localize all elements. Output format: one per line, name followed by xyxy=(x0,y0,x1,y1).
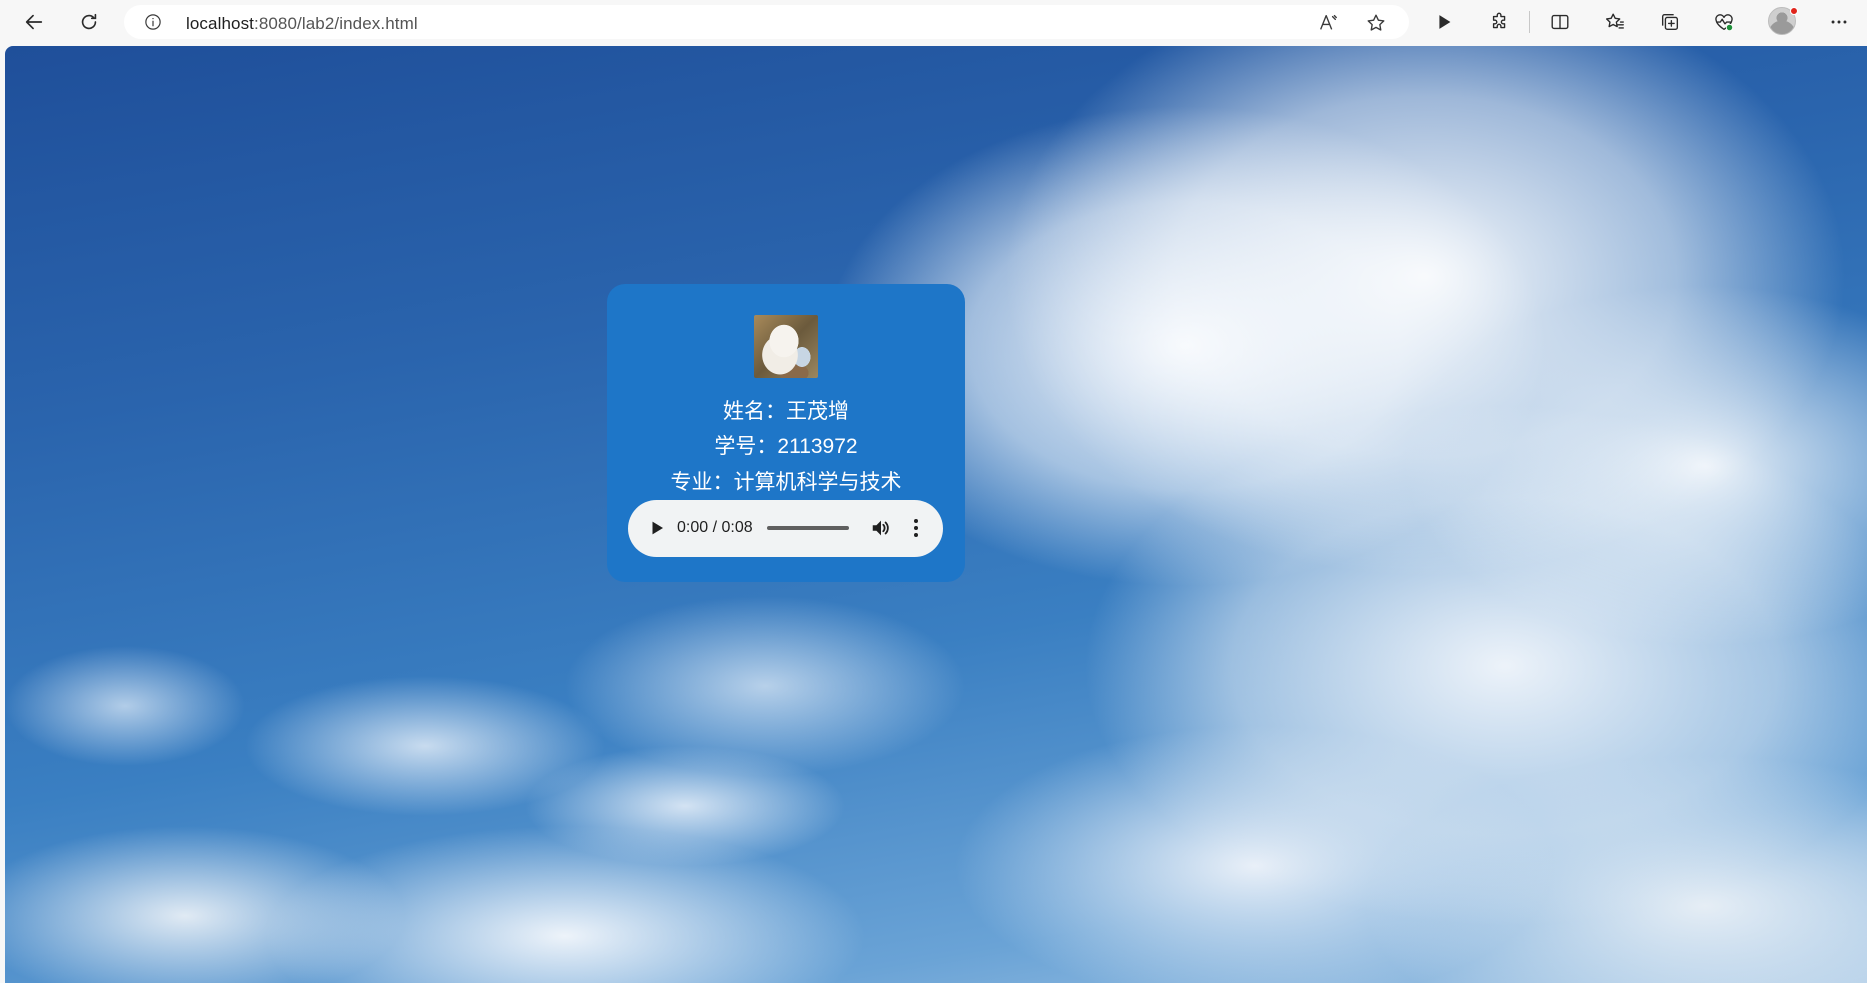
play-extension-button[interactable] xyxy=(1428,6,1460,38)
address-bar[interactable]: localhost:8080/lab2/index.html xyxy=(124,5,1409,39)
url-text[interactable]: localhost:8080/lab2/index.html xyxy=(186,14,418,34)
url-path: :8080/lab2/index.html xyxy=(254,14,418,33)
audio-time: 0:00 / 0:08 xyxy=(677,519,753,536)
url-host: localhost xyxy=(186,14,254,33)
back-button[interactable] xyxy=(18,6,50,38)
name-text: 姓名：王茂增 xyxy=(723,400,849,423)
notification-dot xyxy=(1790,7,1798,15)
read-aloud-icon[interactable] xyxy=(1317,12,1339,34)
split-screen-button[interactable] xyxy=(1544,6,1576,38)
audio-player[interactable]: 0:00 / 0:08 xyxy=(628,500,943,557)
more-horizontal-icon xyxy=(1831,20,1847,24)
site-info-icon[interactable] xyxy=(144,13,162,31)
profile-button[interactable] xyxy=(1768,7,1798,37)
play-icon xyxy=(1439,15,1451,29)
reload-button[interactable] xyxy=(73,6,105,38)
reload-icon xyxy=(81,13,97,30)
favorites-button[interactable] xyxy=(1599,6,1631,38)
puzzle-icon xyxy=(1492,12,1506,29)
browser-essentials-button[interactable] xyxy=(1708,6,1740,38)
collections-icon xyxy=(1661,13,1679,31)
major-text: 专业：计算机科学与技术 xyxy=(670,471,902,494)
browser-toolbar: localhost:8080/lab2/index.html xyxy=(0,0,1867,44)
more-vertical-icon[interactable] xyxy=(906,517,926,539)
favorite-star-icon[interactable] xyxy=(1365,12,1387,34)
play-icon[interactable] xyxy=(648,519,666,537)
extensions-button[interactable] xyxy=(1484,6,1516,38)
back-arrow-icon xyxy=(25,14,43,30)
volume-icon[interactable] xyxy=(870,517,892,539)
student-id-text: 学号：2113972 xyxy=(714,435,858,458)
heart-pulse-icon xyxy=(1715,14,1734,32)
toolbar-separator xyxy=(1529,11,1530,33)
page-viewport: 姓名：王茂增 学号：2113972 专业：计算机科学与技术 0:00 / 0:0… xyxy=(5,46,1867,983)
split-screen-icon xyxy=(1551,14,1569,30)
favorites-list-icon xyxy=(1605,13,1624,29)
collections-button[interactable] xyxy=(1654,6,1686,38)
profile-card: 姓名：王茂增 学号：2113972 专业：计算机科学与技术 0:00 / 0:0… xyxy=(607,284,965,582)
settings-more-button[interactable] xyxy=(1823,6,1855,38)
profile-photo xyxy=(754,315,818,378)
audio-progress-slider[interactable] xyxy=(767,526,849,530)
